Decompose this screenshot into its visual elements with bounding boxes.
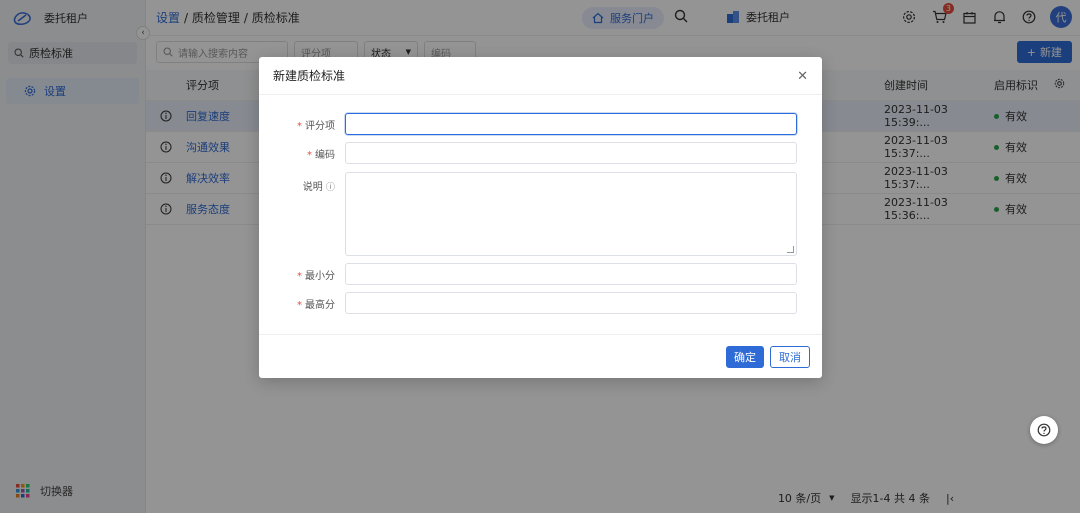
min-score-input[interactable] [345,263,797,285]
cancel-button[interactable]: 取消 [770,345,810,368]
label-min-score: 最小分 [305,270,335,282]
dialog-title: 新建质检标准 [273,69,346,83]
code-input[interactable] [345,142,797,164]
description-textarea[interactable] [345,172,797,256]
required-mark: * [297,120,302,132]
field-max-score: * 最高分 [259,292,797,314]
score-item-input[interactable] [345,113,797,135]
dialog-footer: 确定 取消 [259,334,822,378]
field-description: 说明 ⓘ [259,172,797,256]
confirm-button[interactable]: 确定 [726,345,764,368]
label-code: 编码 [315,149,335,161]
label-max-score: 最高分 [305,299,335,311]
label-description: 说明 [302,182,323,193]
floating-help-button[interactable] [1030,416,1058,444]
max-score-input[interactable] [345,292,797,314]
close-icon[interactable]: ✕ [797,69,808,84]
field-score-item: * 评分项 [259,113,797,135]
help-icon [1037,423,1051,437]
dialog-header: 新建质检标准 ✕ [259,57,822,95]
required-mark: * [297,299,302,311]
label-score-item: 评分项 [305,120,335,132]
question-circle-icon[interactable]: ⓘ [326,183,335,193]
field-min-score: * 最小分 [259,263,797,285]
required-mark: * [307,149,312,161]
required-mark: * [297,270,302,282]
field-code: * 编码 [259,142,797,164]
new-standard-dialog: 新建质检标准 ✕ * 评分项 * 编码 说明 ⓘ * 最小分 * 最高分 确定 取消 [259,57,822,378]
